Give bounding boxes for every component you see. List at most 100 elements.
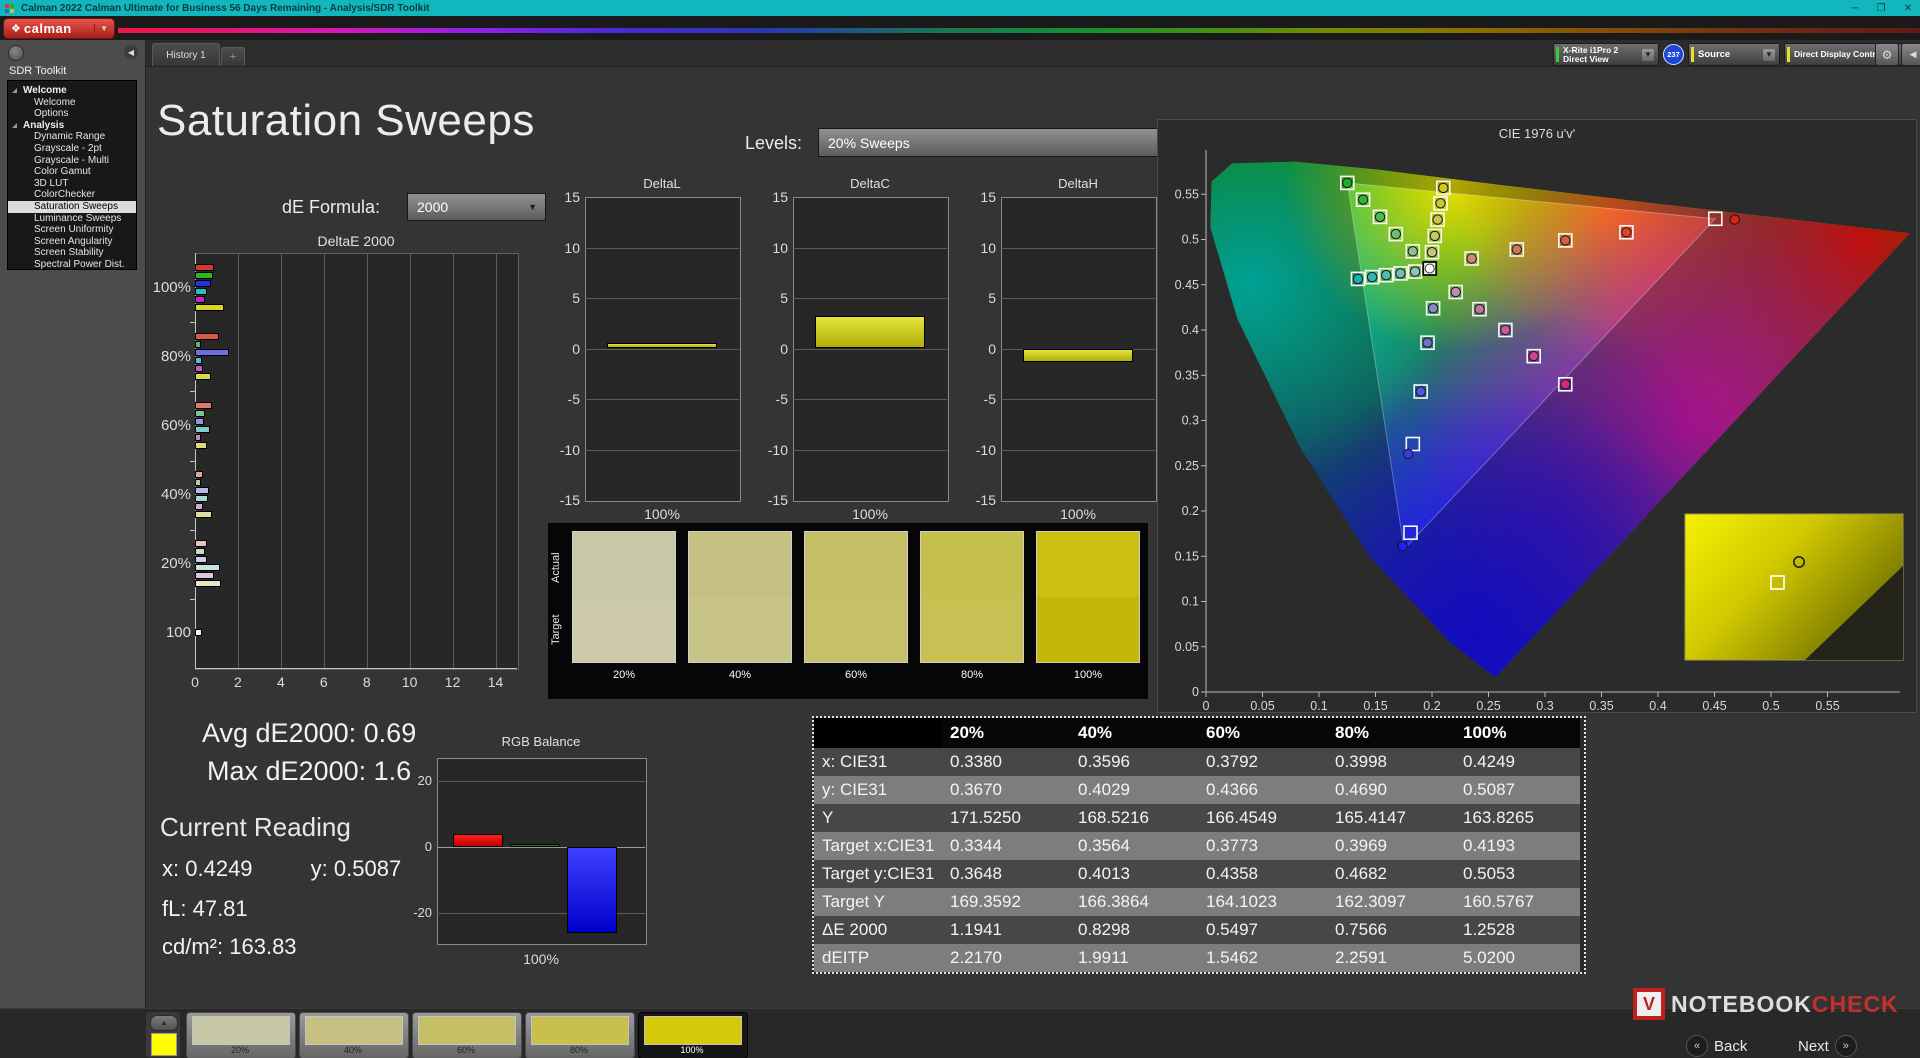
add-tab-button[interactable]: + [221,47,245,66]
svg-text:0.55: 0.55 [1815,699,1839,712]
group-label: 80% [150,348,191,365]
footer-swatch-100%[interactable]: 100% [638,1012,748,1058]
sidebar-item-colorchecker[interactable]: ColorChecker [8,189,136,201]
eye-icon[interactable]: ▲ [150,1015,178,1031]
table-header [814,718,942,748]
footer-swatch-chip [192,1016,290,1045]
x-tick-label: 2 [228,674,248,690]
gridline [281,253,282,668]
deltah-chart: DeltaH 151050-5-10-15100% [974,176,1179,528]
table-cell: 1.1941 [942,916,1070,944]
table-cell: 1.2528 [1455,916,1580,944]
swatch-target [689,597,791,662]
x-tick-label: 14 [486,674,506,690]
color-swatch-40% [688,531,792,663]
svg-text:0.4: 0.4 [1182,323,1199,337]
current-fl: fL: 47.81 [162,896,248,922]
gridline [453,253,454,668]
svg-text:0.25: 0.25 [1175,459,1199,473]
sidebar-item-luminance-sweeps[interactable]: Luminance Sweeps [8,213,136,225]
expand-triangle-icon [12,123,17,128]
table-cell: 0.5497 [1198,916,1327,944]
table-cell: 0.4193 [1455,832,1580,860]
back-button[interactable]: « Back [1686,1035,1747,1057]
deltae-bar [195,629,202,636]
sidebar-item-3d-lut[interactable]: 3D LUT [8,178,136,190]
sidebar-item-color-gamut[interactable]: Color Gamut [8,166,136,178]
y-tick-label: 5 [766,290,788,306]
table-row: Y171.5250168.5216166.4549165.4147163.826… [814,804,1580,832]
gear-icon[interactable]: ⚙ [1875,43,1899,66]
group-label: 60% [150,417,191,434]
calman-diamond-icon: ❖ [11,22,21,35]
gridline [585,399,739,400]
svg-text:0.3: 0.3 [1536,699,1553,712]
footer-swatch-20%[interactable]: 20% [186,1012,296,1058]
footer-swatch-80%[interactable]: 80% [525,1012,635,1058]
sidebar-item-saturation-sweeps[interactable]: Saturation Sweeps [8,201,136,213]
titlebar: Calman 2022 Calman Ultimate for Business… [0,0,1920,16]
maximize-icon[interactable]: ❐ [1877,3,1886,14]
sidebar-item-spectral-power-dist-[interactable]: Spectral Power Dist. [8,259,136,271]
sidebar-item-screen-uniformity[interactable]: Screen Uniformity [8,224,136,236]
sidebar-item-screen-stability[interactable]: Screen Stability [8,247,136,259]
swatch-target [573,597,675,662]
minimize-icon[interactable]: ─ [1852,3,1859,14]
y-tick-label: -15 [558,492,580,508]
table-cell: 166.3864 [1070,888,1198,916]
deltae-bar [195,580,221,587]
svg-text:0.5: 0.5 [1762,699,1779,712]
collapse-panel-icon[interactable]: ◀ [1901,43,1920,66]
y-tick [190,322,195,323]
y-tick-label: 0 [558,341,580,357]
y-tick-label: 5 [974,290,996,306]
deltac-chart-title: DeltaC [793,176,947,191]
meter-dropdown[interactable]: X-Rite i1Pro 2 Direct View ▼ [1553,43,1659,66]
footer-swatch-chip [305,1016,403,1045]
deltae-bar [195,503,203,510]
sidebar-item-dynamic-range[interactable]: Dynamic Range [8,131,136,143]
row-label: Y [814,804,942,832]
y-tick-label: -10 [558,442,580,458]
table-header: 80% [1327,718,1455,748]
deltae-bar [195,264,214,271]
footer-swatch-40%[interactable]: 40% [299,1012,409,1058]
sidebar-collapse-icon[interactable]: ◀ [124,45,138,59]
table-row: y: CIE310.36700.40290.43660.46900.5087 [814,776,1580,804]
gridline [793,349,947,350]
y-tick-label: 10 [974,240,996,256]
de-formula-dropdown[interactable]: 2000 ▼ [407,193,546,221]
close-icon[interactable]: ✕ [1904,3,1912,14]
workflow-options-button[interactable] [8,45,24,61]
sidebar-item-screen-angularity[interactable]: Screen Angularity [8,236,136,248]
tab-history-1[interactable]: History 1 [152,43,220,66]
gridline [585,450,739,451]
source-dropdown[interactable]: Source ▼ [1688,43,1780,66]
footer-swatch-chip [418,1016,516,1045]
sidebar-group-analysis[interactable]: Analysis [8,120,136,132]
meter-mode: Direct View [1563,54,1609,64]
sidebar-item-welcome[interactable]: Welcome [8,97,136,109]
gridline [1001,399,1155,400]
sidebar-item-grayscale-multi[interactable]: Grayscale - Multi [8,155,136,167]
levels-dropdown[interactable]: 20% Sweeps ▼ [818,128,1176,157]
deltah-chart-title: DeltaH [1001,176,1155,191]
x-tick-label: 6 [314,674,334,690]
footer-swatch-60%[interactable]: 60% [412,1012,522,1058]
sidebar-item-options[interactable]: Options [8,108,136,120]
sidebar-group-welcome[interactable]: Welcome [8,85,136,97]
color-swatch-100% [1036,531,1140,663]
x-tick-label: 4 [271,674,291,690]
app-icon [5,4,14,13]
y-tick-label: -10 [974,442,996,458]
avg-de-stat: Avg dE2000: 0.69 [202,718,416,749]
y-tick-label: -15 [766,492,788,508]
table-row: Target Y169.3592166.3864164.1023162.3097… [814,888,1580,916]
table-cell: 0.5087 [1455,776,1580,804]
row-label: x: CIE31 [814,748,942,776]
y-tick [190,599,195,600]
calman-menu-button[interactable]: ❖ calman ▼ [3,18,115,39]
rgb-bar-red [453,834,503,847]
sidebar-item-grayscale-2pt[interactable]: Grayscale - 2pt [8,143,136,155]
next-button[interactable]: Next » [1798,1035,1857,1057]
